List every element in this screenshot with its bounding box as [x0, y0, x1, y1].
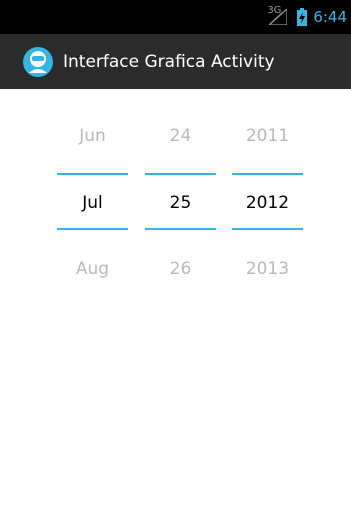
- action-bar: Interface Grafica Activity: [0, 34, 351, 89]
- battery-charging-icon: [297, 8, 308, 26]
- month-current[interactable]: Jul: [57, 193, 128, 213]
- status-bar: 3G 6:44: [0, 0, 351, 34]
- month-spinner[interactable]: Jun Jul Aug: [57, 89, 128, 289]
- status-time: 6:44: [313, 8, 347, 26]
- day-divider-top: [145, 173, 216, 175]
- month-next[interactable]: Aug: [57, 259, 128, 279]
- day-next[interactable]: 26: [145, 259, 216, 279]
- year-prev[interactable]: 2011: [232, 126, 303, 146]
- month-divider-top: [57, 173, 128, 175]
- month-divider-bottom: [57, 228, 128, 230]
- day-current[interactable]: 25: [145, 193, 216, 213]
- month-prev[interactable]: Jun: [57, 126, 128, 146]
- app-avatar-icon[interactable]: [23, 47, 53, 77]
- year-next[interactable]: 2013: [232, 259, 303, 279]
- date-picker[interactable]: Jun Jul Aug 24 25 26 2011 2012 2013: [0, 89, 351, 531]
- activity-title: Interface Grafica Activity: [63, 51, 275, 72]
- year-spinner[interactable]: 2011 2012 2013: [232, 89, 303, 289]
- day-prev[interactable]: 24: [145, 126, 216, 146]
- year-divider-top: [232, 173, 303, 175]
- signal-icon: 3G: [267, 5, 291, 27]
- year-divider-bottom: [232, 228, 303, 230]
- day-spinner[interactable]: 24 25 26: [145, 89, 216, 289]
- day-divider-bottom: [145, 228, 216, 230]
- year-current[interactable]: 2012: [232, 193, 303, 213]
- status-icons: 3G 6:44: [267, 0, 351, 34]
